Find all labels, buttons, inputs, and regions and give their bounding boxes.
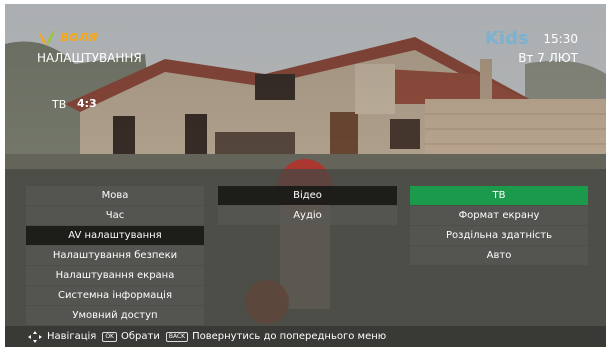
menu-item-screen-format[interactable]: Формат екрану (410, 206, 588, 225)
channel-logo-text: Kids (485, 28, 529, 49)
help-navigation-label: Навігація (47, 331, 97, 342)
navigation-arrows-icon (28, 330, 42, 343)
page-title: НАЛАШТУВАННЯ (37, 51, 142, 65)
clock: 15:30 (543, 32, 578, 46)
menu-item-av-settings[interactable]: AV налаштування (26, 226, 204, 245)
tv-screen: воля НАЛАШТУВАННЯ Kids 15:30 Вт 7 ЛЮТ ТВ… (5, 4, 606, 347)
help-select-label: Обрати (120, 331, 160, 342)
menu-item-system-info[interactable]: Системна інформація (26, 286, 204, 305)
menu-column-av: Відео Аудіо (218, 186, 397, 226)
back-key-icon: BACK (165, 331, 189, 342)
help-back-label: Повернутись до попереднього меню (192, 331, 387, 342)
channel-logo: Kids (485, 28, 529, 49)
ok-key-icon: OK (102, 331, 117, 342)
menu-item-time[interactable]: Час (26, 206, 204, 225)
preview-tv-label: ТВ (52, 98, 67, 111)
menu-column-main: Мова Час AV налаштування Налаштування бе… (26, 186, 204, 326)
menu-item-video[interactable]: Відео (218, 186, 397, 205)
help-bar: Навігація OK Обрати BACK Повернутись до … (5, 326, 606, 347)
menu-item-language[interactable]: Мова (26, 186, 204, 205)
volia-leaf-icon (39, 30, 55, 45)
menu-item-security[interactable]: Налаштування безпеки (26, 246, 204, 265)
date: Вт 7 ЛЮТ (518, 51, 578, 65)
menu-item-auto[interactable]: Авто (410, 246, 588, 265)
volia-logo: воля (37, 28, 98, 46)
menu-item-resolution[interactable]: Роздільна здатність (410, 226, 588, 245)
logo-text: воля (60, 29, 98, 45)
menu-item-conditional-access[interactable]: Умовний доступ (26, 306, 204, 325)
menu-column-video: ТВ Формат екрану Роздільна здатність Авт… (410, 186, 588, 266)
menu-item-audio[interactable]: Аудіо (218, 206, 397, 225)
menu-item-tv[interactable]: ТВ (410, 186, 588, 205)
preview-aspect-ratio: 4:3 (77, 97, 97, 110)
menu-item-screen-settings[interactable]: Налаштування екрана (26, 266, 204, 285)
